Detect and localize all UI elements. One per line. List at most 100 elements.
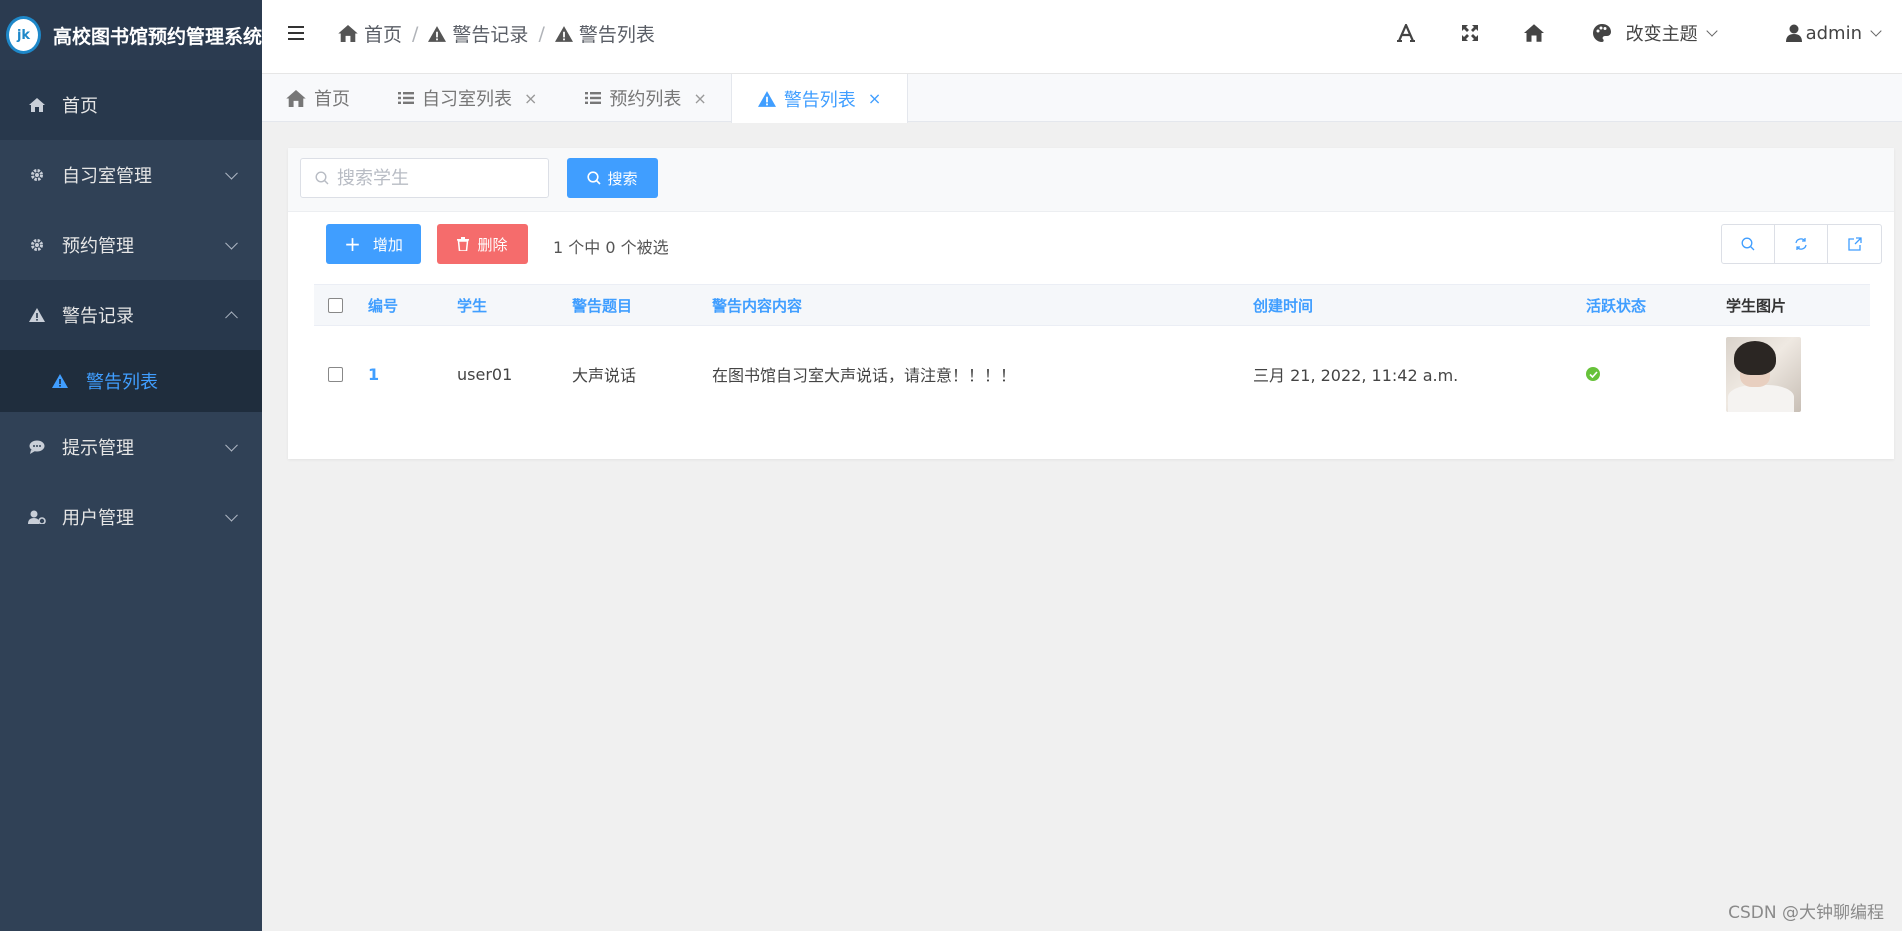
student-photo-image (1726, 336, 1801, 412)
breadcrumb-separator: / (412, 22, 419, 45)
row-checkbox[interactable] (328, 366, 343, 382)
sidebar-item-label: 自习室管理 (62, 166, 152, 187)
export-button[interactable] (1828, 225, 1881, 263)
sidebar-item-label: 警告记录 (62, 306, 134, 327)
chevron-down-icon (225, 508, 238, 522)
breadcrumb-separator: / (538, 22, 545, 45)
table-header: 编号 学生 警告题目 警告内容内容 创建时间 活跃状态 学生图片 (314, 284, 1870, 326)
selection-count: 1 个中 0 个被选 (553, 238, 669, 257)
row-title: 大声说话 (572, 366, 637, 385)
chevron-down-icon (1705, 25, 1718, 37)
search-icon (1741, 237, 1755, 251)
gear-icon (28, 168, 46, 182)
close-icon[interactable]: × (524, 89, 537, 108)
sidebar-item-label: 首页 (62, 96, 98, 117)
watermark: CSDN @大钟聊编程 (1728, 903, 1884, 923)
column-header-status[interactable]: 活跃状态 (1586, 295, 1646, 316)
page-tabs: 首页 自习室列表 × 预约列表 × 警告列表 × (262, 74, 1902, 123)
header-actions: 改变主题 admin (1354, 20, 1882, 46)
breadcrumb-item-warning-list: 警告列表 (554, 20, 655, 47)
sidebar-item-users[interactable]: 用户管理 (0, 482, 262, 552)
row-created: 三月 21, 2022, 11:42 a.m. (1253, 366, 1459, 385)
trash-icon (457, 237, 470, 251)
user-gear-icon (28, 510, 46, 524)
student-photo[interactable] (1726, 336, 1801, 412)
column-header-content[interactable]: 警告内容内容 (712, 295, 802, 316)
sidebar-item-home[interactable]: 首页 (0, 70, 262, 140)
change-theme-dropdown[interactable]: 改变主题 (1592, 20, 1718, 46)
gear-icon (28, 238, 46, 252)
table-row[interactable]: 1 user01 大声说话 在图书馆自习室大声说话，请注意！！！！ 三月 21,… (314, 326, 1870, 422)
refresh-button[interactable] (1775, 225, 1828, 263)
close-icon[interactable]: × (868, 89, 881, 108)
list-icon (585, 92, 602, 104)
home-icon (28, 98, 46, 112)
sidebar-item-warning-records[interactable]: 警告记录 (0, 280, 262, 350)
delete-button[interactable]: 删除 (437, 224, 528, 264)
hamburger-menu-icon[interactable] (288, 26, 304, 40)
column-header-image: 学生图片 (1726, 296, 1787, 315)
sidebar-item-label: 用户管理 (62, 508, 134, 529)
sidebar-item-label: 预约管理 (62, 236, 134, 257)
sidebar-item-tips[interactable]: 提示管理 (0, 412, 262, 482)
search-input[interactable] (337, 167, 537, 189)
home-icon (286, 89, 306, 107)
plus-icon: + (344, 232, 361, 256)
check-circle-icon (1586, 367, 1600, 381)
warning-icon (52, 374, 70, 388)
tab-studyroom-list[interactable]: 自习室列表 × (374, 74, 561, 122)
warning-icon (554, 25, 573, 42)
chevron-down-icon (1870, 25, 1882, 37)
home-icon[interactable] (1522, 21, 1546, 45)
warning-icon (28, 308, 46, 322)
sidebar-item-warning-list[interactable]: 警告列表 (0, 350, 262, 412)
chevron-up-icon (225, 311, 238, 325)
active-status-icon (1586, 367, 1600, 381)
search-icon (315, 171, 329, 185)
user-dropdown[interactable]: admin (1785, 23, 1882, 44)
column-header-id[interactable]: 编号 (368, 295, 398, 316)
search-toggle-button[interactable] (1722, 225, 1775, 263)
table-toolbar: + 增加 删除 1 个中 0 个被选 (288, 212, 1894, 286)
add-button[interactable]: + 增加 (326, 224, 421, 264)
top-header: 首页 / 警告记录 / 警告列表 改变主题 admin (262, 0, 1902, 74)
breadcrumb-item-home[interactable]: 首页 (338, 20, 402, 47)
app-title: 高校图书馆预约管理系统 (52, 25, 262, 48)
breadcrumb-item-warning-records[interactable]: 警告记录 (428, 20, 528, 47)
fullscreen-icon[interactable] (1458, 21, 1482, 45)
chevron-down-icon (225, 166, 238, 180)
search-bar: 搜索 (288, 148, 1894, 212)
tab-home[interactable]: 首页 (262, 74, 374, 122)
palette-icon (1592, 24, 1611, 42)
search-field[interactable] (300, 158, 549, 198)
sidebar-item-label: 警告列表 (86, 372, 158, 393)
select-all-checkbox[interactable] (328, 297, 343, 313)
column-header-title[interactable]: 警告题目 (572, 295, 632, 316)
warning-table: 编号 学生 警告题目 警告内容内容 创建时间 活跃状态 学生图片 1 user0… (314, 284, 1870, 422)
chevron-down-icon (225, 438, 238, 452)
chevron-down-icon (225, 236, 238, 250)
column-header-student[interactable]: 学生 (457, 295, 487, 316)
sidebar: jk 高校图书馆预约管理系统 首页 自习室管理 预约管理 警告记录 警告列表 提… (0, 0, 262, 931)
row-content: 在图书馆自习室大声说话，请注意！！！！ (712, 366, 1017, 385)
font-size-icon[interactable] (1394, 21, 1418, 45)
export-icon (1847, 237, 1862, 251)
row-id-link[interactable]: 1 (368, 365, 379, 384)
user-icon (1785, 24, 1802, 42)
tab-warning-list[interactable]: 警告列表 × (730, 74, 909, 123)
tab-reservation-list[interactable]: 预约列表 × (561, 74, 730, 122)
home-icon (338, 25, 358, 42)
brand[interactable]: jk 高校图书馆预约管理系统 (0, 0, 262, 70)
close-icon[interactable]: × (693, 89, 706, 108)
table-tools (1721, 224, 1882, 264)
warning-icon (757, 90, 776, 107)
refresh-icon (1795, 238, 1807, 250)
sidebar-item-label: 提示管理 (62, 438, 134, 459)
comment-icon (28, 440, 46, 454)
warning-icon (428, 25, 447, 42)
list-icon (398, 92, 414, 104)
column-header-created[interactable]: 创建时间 (1253, 295, 1313, 316)
sidebar-item-reservation[interactable]: 预约管理 (0, 210, 262, 280)
search-button[interactable]: 搜索 (567, 158, 658, 198)
sidebar-item-studyroom[interactable]: 自习室管理 (0, 140, 262, 210)
